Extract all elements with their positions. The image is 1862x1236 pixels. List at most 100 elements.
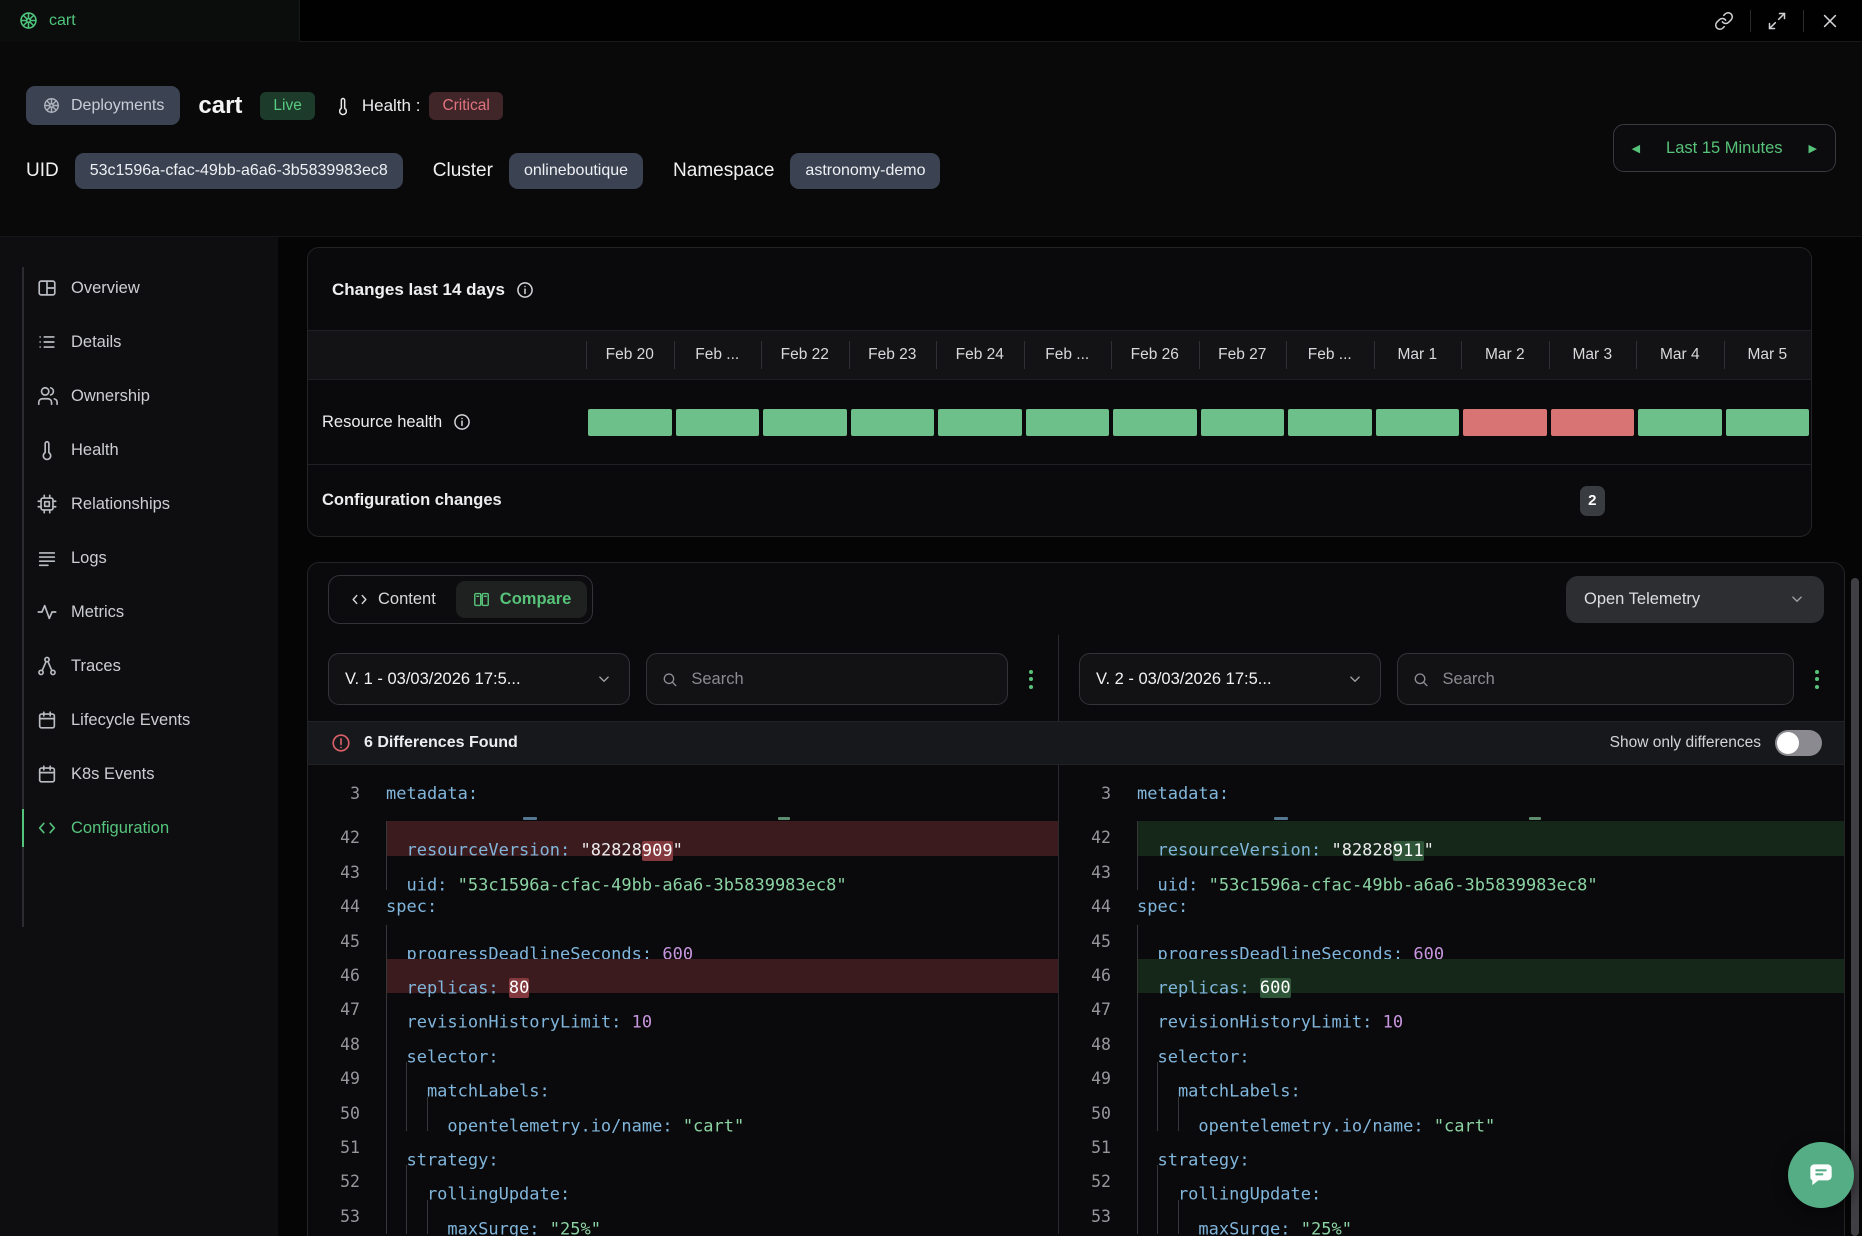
line-content: uid: "53c1596a-cfac-49bb-a6a6-3b5839983e… xyxy=(1137,856,1844,890)
kubernetes-wheel-icon xyxy=(18,10,39,31)
health-bar[interactable] xyxy=(1376,409,1460,436)
timeline-date: Mar 3 xyxy=(1549,331,1637,379)
health-bar[interactable] xyxy=(1201,409,1285,436)
config-change-cell xyxy=(1111,465,1199,536)
sidebar-item-health[interactable]: Health xyxy=(0,423,278,477)
line-number: 52 xyxy=(1059,1165,1111,1199)
config-change-cell xyxy=(674,465,762,536)
line-number: 48 xyxy=(308,1028,360,1062)
sidebar-item-lifecycle-events[interactable]: Lifecycle Events xyxy=(0,693,278,747)
left-search-input[interactable] xyxy=(689,669,993,690)
line-content: maxSurge: "25%" xyxy=(386,1200,1058,1234)
health-bar[interactable] xyxy=(938,409,1022,436)
line-number: 45 xyxy=(1059,925,1111,959)
sidebar-item-logs[interactable]: Logs xyxy=(0,531,278,585)
scrollbar[interactable] xyxy=(1851,578,1859,1236)
left-kebab-menu[interactable] xyxy=(1024,670,1038,689)
health-bar[interactable] xyxy=(851,409,935,436)
content-tab[interactable]: Content xyxy=(334,581,452,618)
tab-cart[interactable]: cart xyxy=(0,0,300,42)
sidebar-item-configuration[interactable]: Configuration xyxy=(0,801,278,855)
compare-tab[interactable]: Compare xyxy=(456,581,588,618)
line-content: metadata: xyxy=(386,777,1058,811)
health-segment-ok xyxy=(1024,380,1112,464)
sidebar-item-overview[interactable]: Overview xyxy=(0,261,278,315)
diff-line-45: 45progressDeadlineSeconds: 600 xyxy=(308,925,1058,959)
share-icon xyxy=(36,655,58,677)
timeline-date: Feb 24 xyxy=(936,331,1024,379)
line-content: opentelemetry.io/name: "cart" xyxy=(386,1097,1058,1131)
prev-arrow-icon[interactable]: ◀ xyxy=(1632,142,1640,155)
diff-line-3: 3metadata: xyxy=(308,777,1058,811)
chat-widget-button[interactable] xyxy=(1788,1142,1854,1208)
uid-value-badge[interactable]: 53c1596a-cfac-49bb-a6a6-3b5839983ec8 xyxy=(75,153,403,189)
health-bar[interactable] xyxy=(1026,409,1110,436)
diff-line-47: 47revisionHistoryLimit: 10 xyxy=(1059,993,1844,1027)
line-content: replicas: 600 xyxy=(1137,959,1844,993)
line-number: 44 xyxy=(308,890,360,924)
sidebar-item-ownership[interactable]: Ownership xyxy=(0,369,278,423)
sidebar-item-relationships[interactable]: Relationships xyxy=(0,477,278,531)
time-range-selector[interactable]: ◀ Last 15 Minutes ▶ xyxy=(1613,124,1836,172)
right-search-input[interactable] xyxy=(1441,669,1779,690)
sidebar-item-details[interactable]: Details xyxy=(0,315,278,369)
health-bar[interactable] xyxy=(1288,409,1372,436)
namespace-value-badge[interactable]: astronomy-demo xyxy=(790,153,940,189)
next-arrow-icon[interactable]: ▶ xyxy=(1809,142,1817,155)
open-telemetry-dropdown[interactable]: Open Telemetry xyxy=(1566,576,1824,623)
timeline-date: Feb 20 xyxy=(586,331,674,379)
diff-line-51: 51strategy: xyxy=(1059,1131,1844,1165)
resource-health-row: Resource health xyxy=(308,380,1811,464)
health-bar[interactable] xyxy=(1638,409,1722,436)
cluster-value-badge[interactable]: onlineboutique xyxy=(509,153,643,189)
health-bar[interactable] xyxy=(763,409,847,436)
health-segment-ok xyxy=(1199,380,1287,464)
differences-count-label: 6 Differences Found xyxy=(364,734,518,752)
line-number: 46 xyxy=(1059,959,1111,993)
health-bar[interactable] xyxy=(1551,409,1635,436)
line-number: 51 xyxy=(1059,1131,1111,1165)
config-change-cell xyxy=(586,465,674,536)
sidebar-item-metrics[interactable]: Metrics xyxy=(0,585,278,639)
left-version-dropdown[interactable]: V. 1 - 03/03/2026 17:5... xyxy=(328,653,630,705)
diff-line-3: 3metadata: xyxy=(1059,777,1844,811)
copy-link-icon[interactable] xyxy=(1714,11,1734,31)
info-icon[interactable] xyxy=(515,280,535,300)
line-number: 43 xyxy=(308,856,360,890)
expand-icon[interactable] xyxy=(1767,11,1787,31)
health-status: Health : Critical xyxy=(333,92,503,120)
sidebar-item-traces[interactable]: Traces xyxy=(0,639,278,693)
diff-line-49: 49matchLabels: xyxy=(1059,1062,1844,1096)
differences-bar: 6 Differences Found Show only difference… xyxy=(308,721,1844,765)
diff-line-48: 48selector: xyxy=(308,1028,1058,1062)
line-number: 53 xyxy=(308,1200,360,1234)
health-bar[interactable] xyxy=(588,409,672,436)
health-bar[interactable] xyxy=(1463,409,1547,436)
diff-line-42-add: 42resourceVersion: "82828911" xyxy=(1059,821,1844,855)
line-number: 3 xyxy=(1059,777,1111,811)
info-icon[interactable] xyxy=(452,412,472,432)
health-bar[interactable] xyxy=(1726,409,1810,436)
config-changes-count-badge[interactable]: 2 xyxy=(1580,486,1605,516)
right-version-dropdown[interactable]: V. 2 - 03/03/2026 17:5... xyxy=(1079,653,1381,705)
diff-line-43: 43uid: "53c1596a-cfac-49bb-a6a6-3b583998… xyxy=(308,856,1058,890)
config-change-cell xyxy=(761,465,849,536)
config-change-cell xyxy=(849,465,937,536)
deployments-button[interactable]: Deployments xyxy=(26,86,180,125)
line-number: 42 xyxy=(308,821,360,855)
cpu-icon xyxy=(36,493,58,515)
sidebar-item-k8s-events[interactable]: K8s Events xyxy=(0,747,278,801)
right-kebab-menu[interactable] xyxy=(1810,670,1824,689)
diff-line-52: 52rollingUpdate: xyxy=(308,1165,1058,1199)
cluster-label: Cluster xyxy=(433,160,493,182)
health-bar[interactable] xyxy=(1113,409,1197,436)
config-change-cell xyxy=(1636,465,1724,536)
health-bar[interactable] xyxy=(676,409,760,436)
close-icon[interactable] xyxy=(1820,11,1840,31)
chevron-down-icon xyxy=(1788,590,1806,608)
line-content: resourceVersion: "82828909" xyxy=(386,821,1058,855)
health-segment-ok xyxy=(1286,380,1374,464)
health-segment-ok xyxy=(1111,380,1199,464)
show-only-differences-toggle[interactable] xyxy=(1775,730,1822,756)
line-content: resourceVersion: "82828911" xyxy=(1137,821,1844,855)
